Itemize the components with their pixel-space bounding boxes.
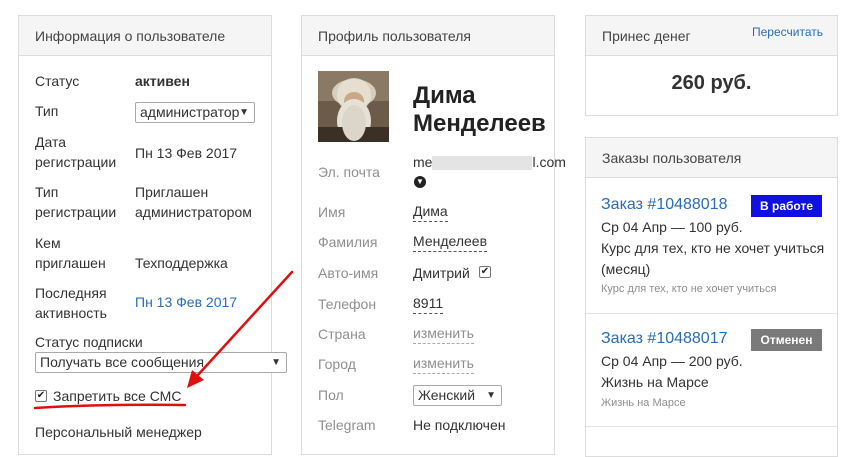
regdate-label-2: регистрации <box>35 154 117 170</box>
city-label: Город <box>318 356 356 372</box>
money-panel: Принес денег Пересчитать 260 руб. <box>585 15 838 116</box>
regtype-value-1: Приглашен <box>135 184 209 200</box>
profile-panel: Профиль пользователя Дима Менделеев Эл. … <box>301 15 566 455</box>
status-label: Статус <box>35 73 80 89</box>
profile-name: Дима Менделеев <box>413 82 546 138</box>
order-subtitle: Курс для тех, кто не хочет учиться <box>601 283 777 295</box>
regtype-value-2: администратором <box>135 204 252 220</box>
order-course-line1: Курс для тех, кто не хочет учиться <box>601 240 825 256</box>
city-change-link[interactable]: изменить <box>413 353 474 374</box>
status-value: активен <box>135 73 190 89</box>
type-select[interactable]: администратор ▼ <box>135 102 255 123</box>
telegram-value: Не подключен <box>413 417 506 433</box>
user-info-title: Информация о пользователе <box>35 27 226 44</box>
manager-label: Персональный менеджер <box>35 424 202 440</box>
money-title: Принес денег <box>602 27 691 44</box>
auto-name-value: Дмитрий <box>413 265 470 281</box>
last-name-value[interactable]: Менделеев <box>413 231 488 252</box>
subscription-select[interactable]: Получать все сообщения ▼ <box>35 352 287 373</box>
email-redacted <box>432 156 533 171</box>
email-expand-icon[interactable]: ▼ <box>414 176 426 188</box>
profile-name-first: Дима <box>413 82 476 109</box>
invited-value: Техподдержка <box>135 255 228 271</box>
activity-value-link[interactable]: Пн 13 Фев 2017 <box>135 291 237 313</box>
activity-label-1: Последняя <box>35 285 107 301</box>
status-badge: В работе <box>751 195 822 217</box>
money-header: Принес денег Пересчитать <box>586 16 837 56</box>
order-course-line1: Жизнь на Марсе <box>601 374 709 390</box>
regtype-label-2: регистрации <box>35 204 117 220</box>
order-date-price: Ср 04 Апр — 200 руб. <box>601 353 743 369</box>
activity-label-2: активность <box>35 305 107 321</box>
recalc-link[interactable]: Пересчитать <box>752 25 823 39</box>
country-label: Страна <box>318 326 366 342</box>
auto-name-label: Авто-имя <box>318 265 379 281</box>
orders-title: Заказы пользователя <box>602 149 742 166</box>
gender-label: Пол <box>318 387 344 403</box>
gender-select[interactable]: Женский ▼ <box>413 385 502 406</box>
orders-panel: Заказы пользователя Заказ #10488018 В ра… <box>585 137 838 457</box>
order-subtitle: Жизнь на Марсе <box>601 397 686 409</box>
subscription-select-value: Получать все сообщения <box>40 354 205 370</box>
type-label: Тип <box>35 103 59 119</box>
chevron-down-icon: ▼ <box>486 390 496 401</box>
order-divider <box>586 313 837 314</box>
email-value: me l.com <box>413 151 566 173</box>
profile-title: Профиль пользователя <box>318 27 471 44</box>
type-select-value: администратор <box>140 104 240 120</box>
avatar <box>318 71 389 142</box>
first-name-label: Имя <box>318 204 346 220</box>
first-name-value[interactable]: Дима <box>413 201 448 222</box>
regdate-label-1: Дата <box>35 134 67 150</box>
user-info-panel: Информация о пользователе Статус активен… <box>18 15 287 455</box>
order-date-price: Ср 04 Апр — 100 руб. <box>601 219 743 235</box>
orders-header: Заказы пользователя <box>586 138 837 178</box>
auto-name-checkbox[interactable]: ✔ <box>479 266 491 278</box>
gender-select-value: Женский <box>418 387 476 403</box>
chevron-down-icon: ▼ <box>271 357 281 368</box>
status-badge: Отменен <box>751 329 822 351</box>
invited-label-2: приглашен <box>35 255 106 271</box>
profile-name-last: Менделеев <box>413 110 546 137</box>
subscription-label: Статус подписки <box>35 334 143 350</box>
user-info-header: Информация о пользователе <box>19 16 271 56</box>
regtype-label-1: Тип <box>35 184 59 200</box>
invited-label-1: Кем <box>35 235 61 251</box>
profile-header: Профиль пользователя <box>302 16 554 56</box>
email-label: Эл. почта <box>318 164 380 180</box>
order-divider <box>586 426 837 427</box>
avatar-portrait <box>318 71 389 142</box>
regdate-value: Пн 13 Фев 2017 <box>135 145 238 161</box>
order-course-line2: (месяц) <box>601 261 651 277</box>
money-amount: 260 руб. <box>671 72 752 94</box>
chevron-down-icon: ▼ <box>239 107 249 118</box>
last-name-label: Фамилия <box>318 234 378 250</box>
email-start: me <box>413 154 433 170</box>
telegram-label: Telegram <box>318 417 376 433</box>
sms-label: Запретить все СМС <box>53 388 182 404</box>
order-number-link[interactable]: Заказ #10488017 <box>601 328 728 350</box>
country-change-link[interactable]: изменить <box>413 323 474 344</box>
sms-checkbox[interactable]: ✔ <box>35 390 47 402</box>
order-number-link[interactable]: Заказ #10488018 <box>601 194 728 216</box>
phone-value[interactable]: 8911 <box>413 293 444 314</box>
email-end: l.com <box>532 154 566 170</box>
phone-label: Телефон <box>318 296 377 312</box>
